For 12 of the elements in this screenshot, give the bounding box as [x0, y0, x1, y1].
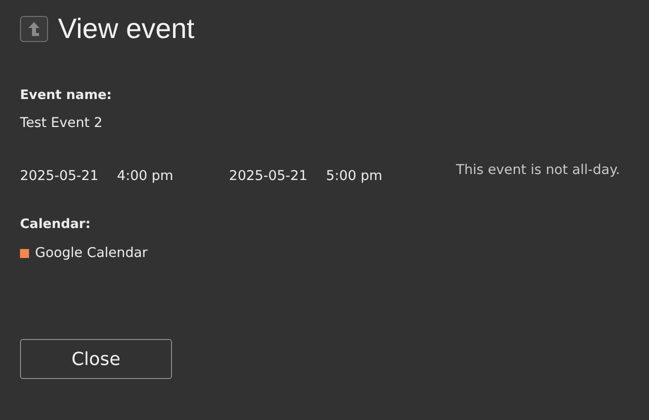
close-button[interactable]: Close	[20, 339, 172, 379]
back-icon[interactable]	[20, 16, 48, 42]
page-title: View event	[58, 13, 194, 45]
event-name: Test Event 2	[20, 115, 104, 131]
end-time: 5:00 pm	[326, 168, 384, 184]
start-time: 4:00 pm	[117, 168, 174, 184]
end-date: 2025-05-21	[229, 168, 308, 184]
all-day-note: This event is not all-day.	[456, 162, 620, 178]
field-label: Calendar:	[20, 217, 92, 232]
calendar-name: Google Calendar	[35, 245, 148, 261]
start-date: 2025-05-21	[20, 168, 100, 184]
field-label: Event name:	[20, 88, 113, 103]
